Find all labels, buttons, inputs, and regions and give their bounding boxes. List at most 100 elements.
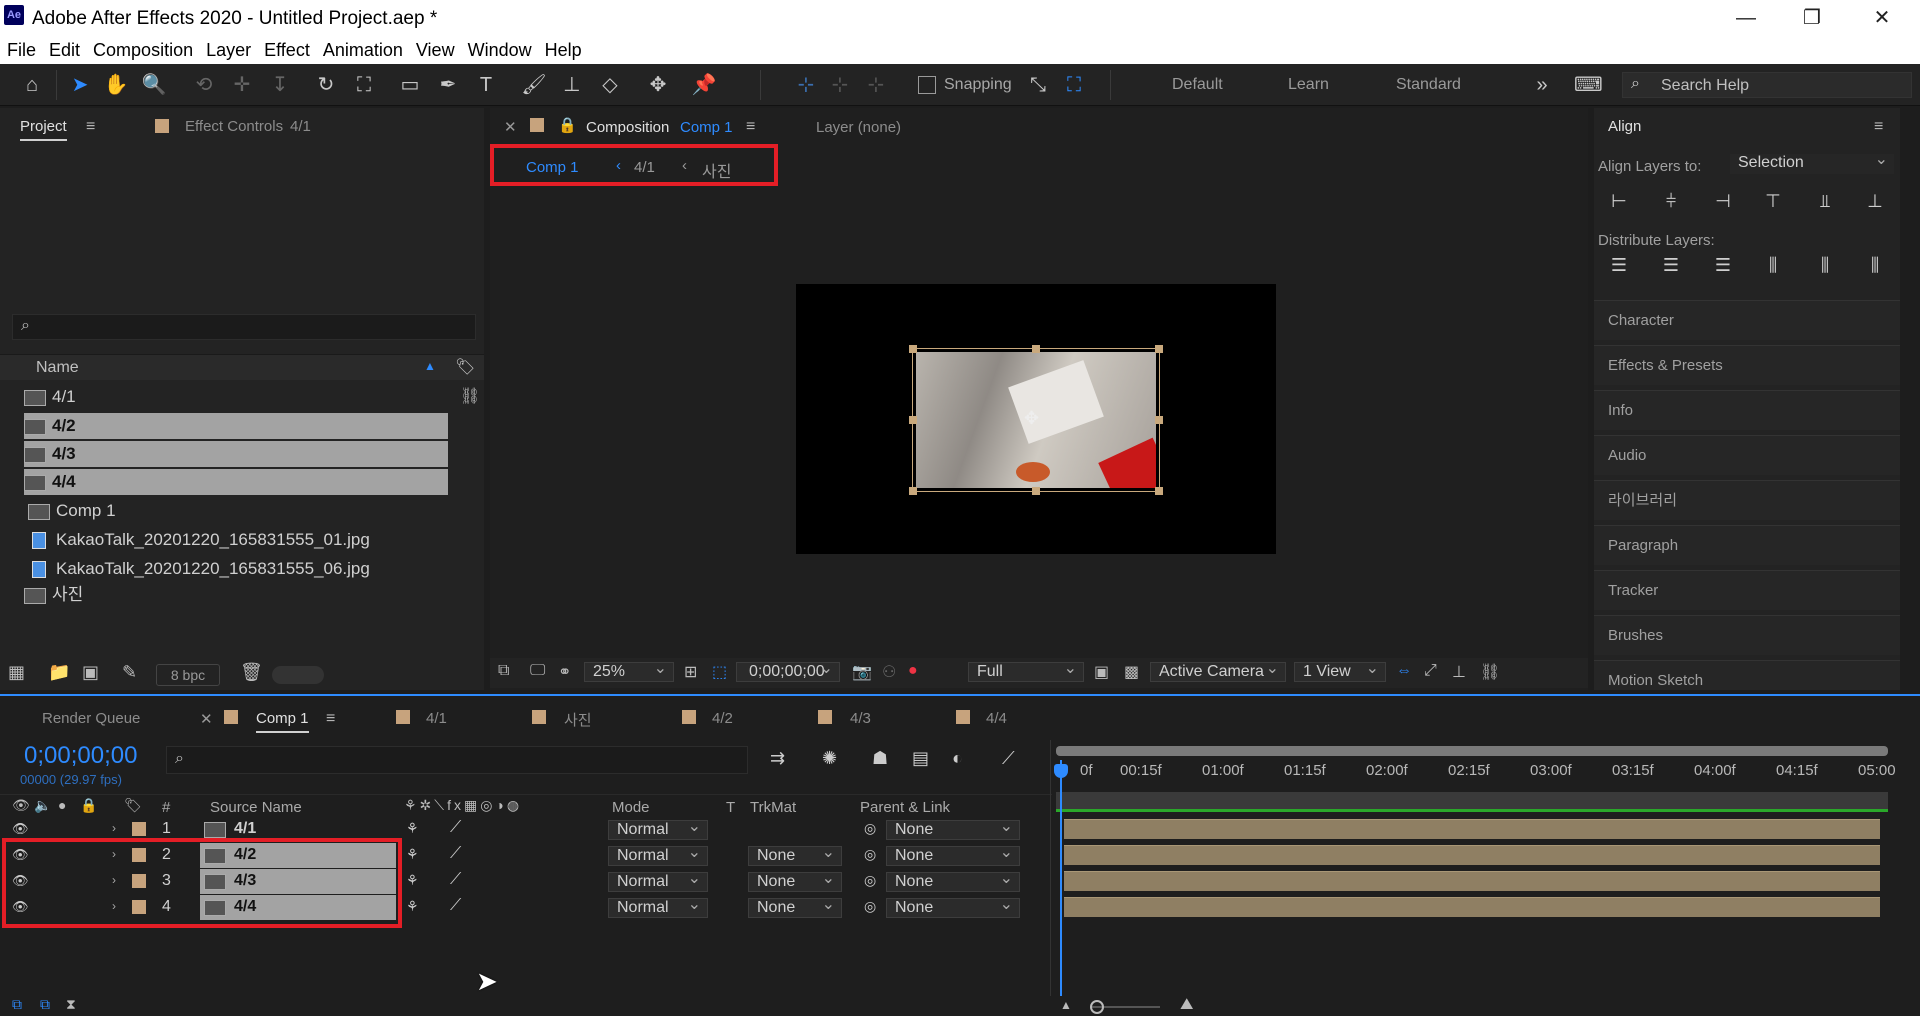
fast-preview-icon[interactable]: ▣ <box>1094 662 1109 682</box>
align-bottom-icon[interactable]: ⊥ <box>1862 188 1888 214</box>
column-source-name[interactable]: Source Name <box>210 799 302 816</box>
interpret-footage-icon[interactable]: ▦ <box>8 662 25 683</box>
selection-tool-icon[interactable]: ➤ <box>66 71 94 99</box>
grid-icon[interactable]: ⊞ <box>684 662 697 682</box>
panel-tracker[interactable]: Tracker <box>1594 570 1900 610</box>
toggle-pixel-aspect-icon[interactable]: ⇔ <box>1396 662 1412 680</box>
flowchart-icon[interactable]: ⛓ <box>460 386 480 406</box>
quality-switch-icon[interactable]: ⟋ <box>450 819 461 837</box>
hide-shy-layers-icon[interactable]: ☗ <box>872 748 888 769</box>
monitor-icon[interactable]: 🖵 <box>530 662 545 680</box>
audio-icon[interactable]: 🔈 <box>34 797 51 814</box>
snap-features-icon[interactable]: ⛶ <box>1060 71 1088 99</box>
distribute-horizontal-center-icon[interactable]: ⫼ <box>1812 252 1838 278</box>
view-axis-icon[interactable]: ⊹ <box>862 71 890 99</box>
distribute-right-icon[interactable]: ⫼ <box>1862 252 1888 278</box>
transfer-controls-toggle-icon[interactable]: ⧉ <box>40 996 50 1013</box>
world-axis-icon[interactable]: ⊹ <box>826 71 854 99</box>
tab-render-queue[interactable]: Render Queue <box>42 710 140 727</box>
quality-switch-icon[interactable]: ⟋ <box>450 897 461 915</box>
panel-audio[interactable]: Audio <box>1594 435 1900 475</box>
list-item[interactable]: KakaoTalk_20201220_165831555_01.jpg <box>32 527 456 553</box>
region-of-interest-icon[interactable]: ⬚ <box>712 662 727 682</box>
zoom-out-icon[interactable]: ▲ <box>1060 998 1072 1012</box>
layer-duration-bar[interactable] <box>1064 819 1880 839</box>
tab-photo[interactable]: 사진 <box>564 709 592 730</box>
roto-brush-tool-icon[interactable]: ✥ <box>644 71 672 99</box>
track-matte-dropdown[interactable]: None <box>748 870 842 892</box>
new-composition-icon[interactable]: ▣ <box>82 662 99 683</box>
lock-icon[interactable]: 🔒 <box>80 797 97 814</box>
close-icon[interactable]: ✕ <box>200 710 213 728</box>
distribute-bottom-icon[interactable]: ☰ <box>1710 252 1736 278</box>
panel-menu-icon[interactable]: ≡ <box>1874 118 1883 136</box>
tab-composition[interactable]: Composition <box>586 119 669 136</box>
eraser-tool-icon[interactable]: ◇ <box>596 71 624 99</box>
rotation-tool-icon[interactable]: ↻ <box>312 71 340 99</box>
project-search-input[interactable]: ⌕ <box>12 314 476 340</box>
parent-dropdown[interactable]: None <box>886 844 1020 866</box>
tab-layer[interactable]: Layer (none) <box>816 119 901 136</box>
playhead-handle[interactable] <box>1054 764 1068 778</box>
eye-icon[interactable]: 👁 <box>12 821 29 837</box>
pen-tool-icon[interactable]: ✒ <box>434 71 462 99</box>
pick-whip-icon[interactable]: ◎ <box>864 872 876 889</box>
list-item[interactable]: 4/3 <box>24 441 448 467</box>
workspace-standard[interactable]: Standard <box>1396 76 1461 94</box>
list-item[interactable]: 4/2 <box>24 413 448 439</box>
distribute-top-icon[interactable]: ☰ <box>1606 252 1632 278</box>
list-item[interactable]: 4/1 <box>24 384 448 410</box>
menu-composition[interactable]: Composition <box>93 40 193 61</box>
shy-switch-icon[interactable]: ⚘ <box>406 846 419 863</box>
label-tag-icon[interactable]: 🏷 <box>124 797 142 814</box>
puppet-pin-tool-icon[interactable]: 📌 <box>690 71 718 99</box>
zoom-dropdown[interactable]: 25% <box>584 660 674 682</box>
align-vertical-center-icon[interactable]: ⫫ <box>1812 188 1838 214</box>
layer-name[interactable]: 4/1 <box>234 820 256 838</box>
panel-brushes[interactable]: Brushes <box>1594 615 1900 655</box>
zoom-tool-icon[interactable]: 🔍 <box>140 71 168 99</box>
shy-switch-icon[interactable]: ⚘ <box>406 820 419 837</box>
solo-icon[interactable]: ● <box>58 797 66 813</box>
layer-switches-toggle-icon[interactable]: ⧉ <box>12 996 22 1013</box>
list-item[interactable]: Comp 1 <box>28 498 452 524</box>
panel-menu-icon[interactable]: ≡ <box>86 118 95 136</box>
menu-file[interactable]: File <box>7 40 36 61</box>
blend-mode-dropdown[interactable]: Normal <box>608 844 708 866</box>
transparency-grid-icon[interactable]: ▩ <box>1124 662 1139 682</box>
chevron-right-icon[interactable]: › <box>112 821 116 835</box>
search-help-input[interactable]: Search Help <box>1661 77 1749 95</box>
transform-handle[interactable] <box>909 416 917 424</box>
minimize-button[interactable]: — <box>1726 4 1766 32</box>
tab-effect-controls[interactable]: Effect Controls <box>185 118 283 135</box>
tab-comp-name[interactable]: Comp 1 <box>680 119 733 136</box>
transform-handle[interactable] <box>909 345 917 353</box>
rectangle-tool-icon[interactable]: ▭ <box>396 71 424 99</box>
current-time-display[interactable]: 0;00;00;00 <box>24 742 137 770</box>
align-top-icon[interactable]: ⊤ <box>1760 188 1786 214</box>
hand-tool-icon[interactable]: ✋ <box>102 71 130 99</box>
panel-info[interactable]: Info <box>1594 390 1900 430</box>
zoom-in-icon[interactable]: ⛰ <box>1180 996 1193 1014</box>
tab-4-3[interactable]: 4/3 <box>850 710 871 727</box>
workspace-overflow-icon[interactable]: » <box>1528 71 1556 99</box>
align-to-dropdown[interactable]: Selection <box>1730 151 1894 174</box>
render-time-toggle-icon[interactable]: ⧗ <box>66 996 76 1013</box>
camera-dropdown[interactable]: Active Camera <box>1150 660 1286 682</box>
align-left-icon[interactable]: ⊢ <box>1606 188 1632 214</box>
tab-4-1[interactable]: 4/1 <box>426 710 447 727</box>
snapping-checkbox[interactable] <box>918 76 936 94</box>
column-name[interactable]: Name <box>36 359 79 377</box>
layer-duration-bar[interactable] <box>1064 845 1880 865</box>
pick-whip-icon[interactable]: ◎ <box>864 898 876 915</box>
transform-handle[interactable] <box>1032 487 1040 495</box>
tab-comp-1[interactable]: Comp 1 <box>256 710 309 733</box>
adjust-project-settings-icon[interactable]: ✎ <box>122 662 137 683</box>
align-horizontal-center-icon[interactable]: ⫩ <box>1658 188 1684 214</box>
work-area-bar[interactable] <box>1056 746 1888 756</box>
pan-camera-icon[interactable]: ✛ <box>228 71 256 99</box>
quality-switch-icon[interactable]: ⟋ <box>450 871 461 889</box>
close-button[interactable]: ✕ <box>1862 4 1902 32</box>
frame-blending-icon[interactable]: ▤ <box>912 748 929 769</box>
list-item[interactable]: 4/4 <box>24 469 448 495</box>
